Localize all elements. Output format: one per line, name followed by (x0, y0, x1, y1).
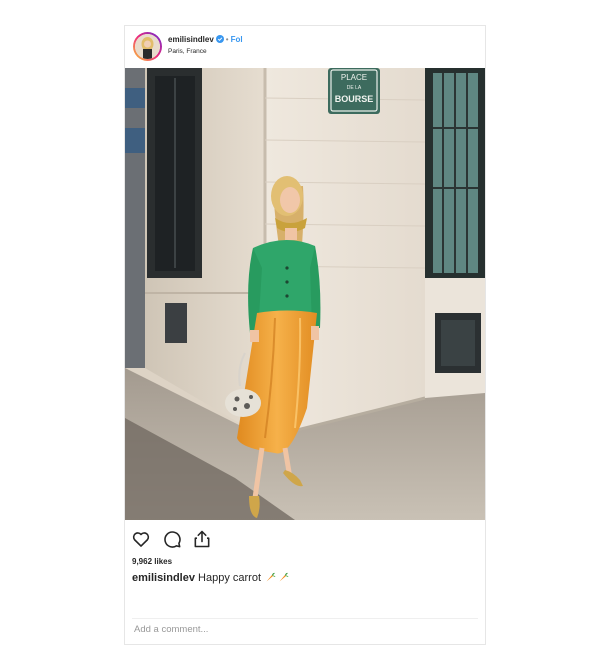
street-sign-line-3: BOURSE (335, 94, 374, 104)
avatar-ring[interactable] (133, 32, 162, 61)
street-sign-line-2: DE LA (347, 85, 362, 91)
like-button[interactable] (131, 529, 151, 549)
street-sign-line-1: PLACE (341, 73, 367, 82)
caption-username[interactable]: emilisindlev (132, 572, 195, 584)
likes-count[interactable]: 9,962 likes (132, 557, 172, 566)
separator-dot: • (225, 35, 229, 44)
post-photo[interactable]: PLACE DE LA BOURSE (125, 68, 485, 520)
location-link[interactable]: Paris, France (168, 48, 207, 56)
caption: emilisindlev Happy carrot (132, 571, 290, 584)
post-header: emilisindlev • Fol Paris, France (125, 26, 485, 68)
street-sign: PLACE DE LA BOURSE (328, 68, 380, 114)
avatar[interactable] (135, 34, 160, 59)
instagram-post-card: emilisindlev • Fol Paris, France PLACE D… (124, 25, 486, 645)
comment-bubble-icon (164, 531, 181, 548)
caption-text: Happy carrot (198, 572, 262, 584)
carrot-icon (266, 572, 276, 582)
comment-divider (132, 618, 478, 619)
post-photo-image: PLACE DE LA BOURSE (125, 68, 485, 520)
share-button[interactable] (192, 529, 212, 549)
comment-button[interactable] (162, 529, 182, 549)
username-row: emilisindlev • Fol (168, 35, 243, 45)
share-upload-icon (194, 530, 210, 548)
follow-button[interactable]: Fol (231, 35, 243, 44)
comment-input[interactable] (134, 624, 464, 635)
verified-badge-icon (215, 35, 224, 43)
username[interactable]: emilisindlev (168, 35, 214, 44)
avatar-image (135, 34, 160, 59)
heart-icon (132, 532, 150, 547)
carrot-icon (279, 572, 289, 582)
post-actions (125, 526, 485, 552)
